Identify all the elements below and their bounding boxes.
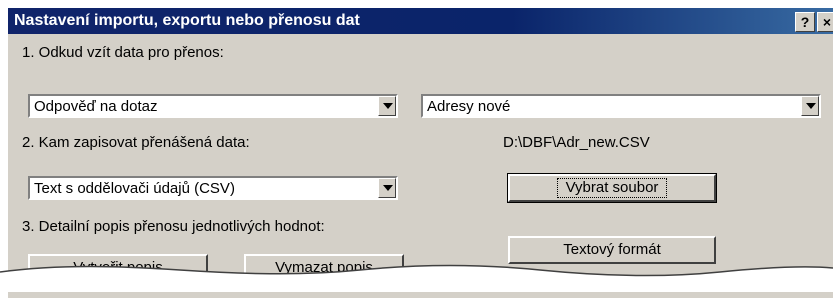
torn-edge [0, 264, 833, 292]
chevron-down-icon [806, 103, 816, 109]
file-path-text: D:\DBF\Adr_new.CSV [503, 134, 650, 151]
source-name-dropdown-button[interactable] [801, 96, 819, 116]
close-icon: × [822, 14, 832, 30]
target-format-value: Text s oddělovači údajů (CSV) [34, 180, 235, 197]
help-button[interactable]: ? [795, 12, 815, 32]
source-name-value: Adresy nové [427, 98, 511, 115]
title-bar: Nastavení importu, exportu nebo přenosu … [8, 8, 833, 34]
close-button[interactable]: × [817, 12, 833, 32]
target-label: 2. Kam zapisovat přenášená data: [22, 134, 250, 151]
source-name-select[interactable]: Adresy nové [421, 94, 821, 118]
help-icon: ? [800, 14, 810, 30]
mapping-label: 3. Detailní popis přenosu jednotlivých h… [22, 218, 325, 235]
text-format-button[interactable]: Textový formát [508, 236, 716, 264]
source-type-select[interactable]: Odpověď na dotaz [28, 94, 398, 118]
dialog-title: Nastavení importu, exportu nebo přenosu … [14, 12, 360, 29]
chevron-down-icon [383, 103, 393, 109]
select-file-label: Vybrat soubor [556, 178, 668, 198]
chevron-down-icon [383, 185, 393, 191]
source-label: 1. Odkud vzít data pro přenos: [22, 44, 224, 61]
target-format-select[interactable]: Text s oddělovači údajů (CSV) [28, 176, 398, 200]
text-format-label: Textový formát [563, 241, 661, 258]
import-export-dialog: Nastavení importu, exportu nebo přenosu … [6, 6, 833, 298]
target-format-dropdown-button[interactable] [378, 178, 396, 198]
source-type-dropdown-button[interactable] [378, 96, 396, 116]
select-file-button[interactable]: Vybrat soubor [507, 173, 717, 203]
source-type-value: Odpověď na dotaz [34, 98, 158, 115]
